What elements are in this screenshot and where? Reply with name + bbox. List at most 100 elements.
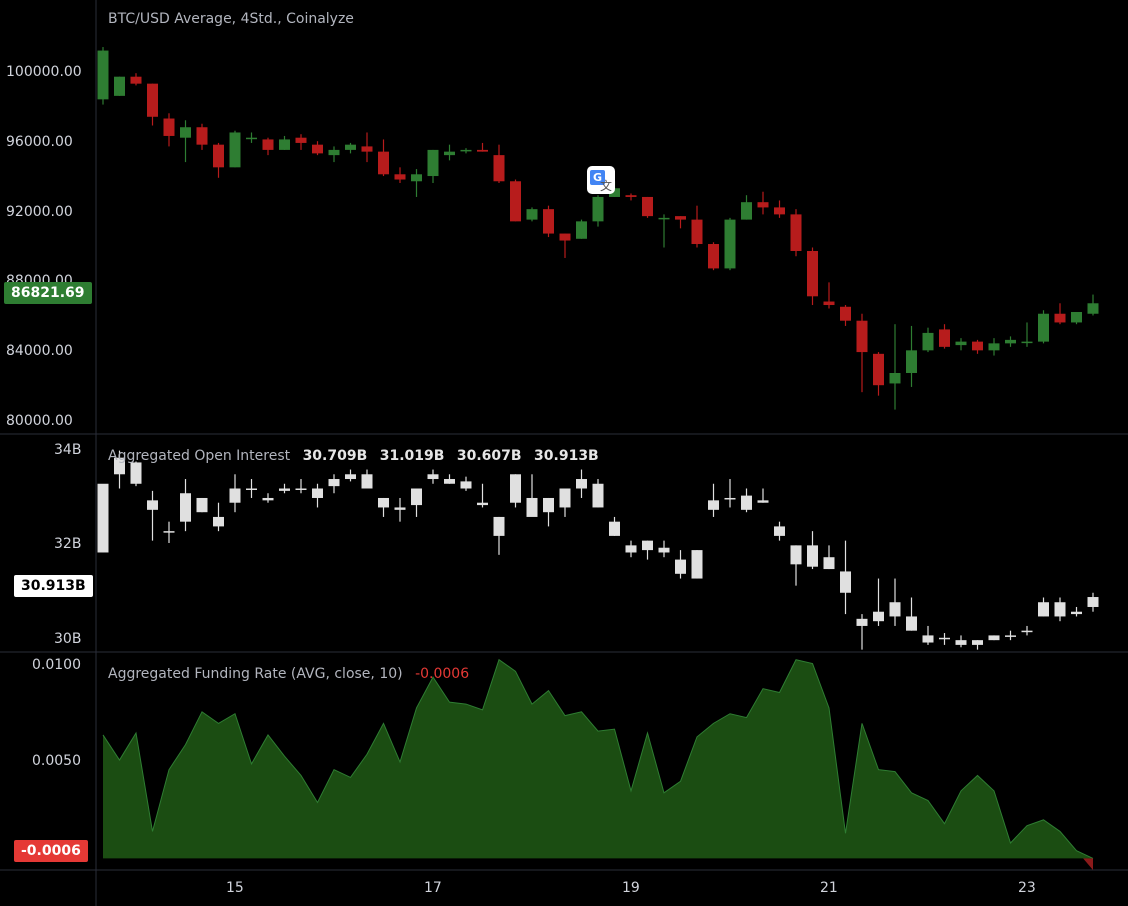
- price-candle-body: [691, 219, 703, 245]
- oi-candle-body: [97, 483, 109, 553]
- price-candle-body: [559, 233, 571, 241]
- price-candle-body: [856, 320, 868, 353]
- oi-candle-body: [262, 497, 274, 501]
- price-candle-body: [196, 127, 208, 145]
- funding-area-positive: [103, 659, 1093, 859]
- price-candle-body: [939, 329, 950, 347]
- price-candle-body: [328, 149, 340, 156]
- oi-candle-body: [427, 474, 439, 480]
- price-candle-body: [1054, 313, 1066, 323]
- oi-candle-body: [328, 479, 340, 487]
- oi-candle-body: [576, 479, 587, 489]
- oi-candle-body: [411, 488, 422, 506]
- price-candle-body: [889, 372, 901, 384]
- price-candle-body: [295, 137, 307, 143]
- oi-candle-body: [840, 571, 851, 593]
- price-candle-body: [163, 118, 175, 136]
- oi-candle-body: [559, 488, 571, 508]
- oi-candle-body: [1071, 611, 1082, 615]
- price-candle-body: [807, 250, 818, 297]
- funding-area-negative: [1083, 858, 1093, 870]
- oi-candle-body: [889, 602, 901, 617]
- price-candle-body: [988, 343, 1000, 351]
- oi-pane-title: Aggregated Open Interest 30.709B 31.019B…: [108, 448, 599, 464]
- price-candle-body: [576, 221, 587, 239]
- oi-candle-body: [196, 497, 208, 513]
- oi-candle-body: [823, 557, 835, 570]
- oi-candle-body: [741, 495, 752, 510]
- last-price-tag: 86821.69: [4, 282, 92, 304]
- oi-candle-body: [361, 474, 373, 489]
- oi-candle-body: [757, 500, 769, 503]
- price-candle-body: [790, 214, 802, 251]
- last-oi-tag: 30.913B: [14, 575, 93, 597]
- price-candle-body: [972, 341, 983, 351]
- translate-icon[interactable]: G 文: [587, 166, 615, 194]
- price-y-tick-label: 80000.00: [6, 412, 73, 429]
- oi-candle-body: [213, 516, 224, 527]
- oi-candle-body: [180, 493, 191, 522]
- oi-candle-body: [378, 497, 389, 508]
- price-candle-body: [279, 139, 290, 150]
- oi-candle-body: [279, 488, 290, 491]
- price-candle-body: [658, 217, 670, 220]
- price-candle-body: [180, 127, 191, 138]
- price-candle-body: [1038, 313, 1049, 342]
- oi-candle-body: [510, 474, 521, 503]
- oi-candle-body: [295, 488, 307, 490]
- price-candle-body: [757, 202, 769, 208]
- price-y-tick-label: 96000.00: [6, 133, 73, 150]
- price-candle-body: [642, 196, 653, 217]
- oi-candle-body: [543, 497, 554, 513]
- x-tick-label: 19: [622, 880, 640, 896]
- price-candle-body: [906, 350, 917, 373]
- price-candle-body: [592, 196, 604, 222]
- oi-candle-body: [1087, 597, 1099, 607]
- oi-y-tick-label: 30B: [54, 631, 82, 648]
- oi-candle-body: [229, 488, 241, 503]
- price-candle-body: [147, 83, 158, 117]
- oi-candle-body: [1038, 602, 1049, 617]
- price-candle-body: [345, 144, 356, 150]
- oi-candle-body: [460, 481, 472, 489]
- price-candle-body: [361, 146, 373, 152]
- price-pane-title: BTC/USD Average, 4Std., Coinalyze: [108, 11, 354, 27]
- oi-candle-body: [1054, 602, 1066, 617]
- oi-candle-body: [1005, 635, 1016, 637]
- price-candle-body: [526, 209, 538, 220]
- price-candle-body: [1005, 339, 1016, 344]
- oi-candle-body: [163, 531, 175, 533]
- oi-candle-body: [592, 483, 604, 508]
- price-candle-body: [246, 137, 257, 140]
- price-y-tick-label: 84000.00: [6, 343, 73, 360]
- x-tick-label: 23: [1018, 880, 1036, 896]
- oi-candle-body: [1021, 630, 1033, 633]
- fr-readout: -0.0006: [415, 666, 470, 682]
- price-candle-body: [708, 244, 719, 269]
- price-candle-body: [427, 149, 439, 177]
- oi-readout-high: 31.019B: [379, 448, 445, 464]
- price-candle-body: [130, 76, 142, 84]
- price-candle-body: [378, 151, 389, 175]
- oi-candle-body: [394, 507, 406, 510]
- price-candle-body: [741, 202, 752, 220]
- price-candle-body: [922, 332, 934, 351]
- oi-candle-body: [526, 497, 538, 517]
- oi-candle-body: [477, 502, 488, 506]
- oi-candle-body: [691, 550, 703, 579]
- oi-candle-body: [493, 516, 505, 536]
- price-candle-body: [955, 341, 967, 346]
- price-candle-body: [823, 301, 835, 306]
- price-candle-body: [774, 207, 785, 215]
- oi-candle-body: [955, 640, 967, 645]
- oi-candle-body: [708, 500, 719, 510]
- last-funding-tag: -0.0006: [14, 840, 88, 862]
- oi-candle-body: [147, 500, 158, 510]
- oi-candle-body: [873, 611, 884, 622]
- price-candle-body: [229, 132, 241, 168]
- price-candle-body: [724, 219, 736, 269]
- price-candle-body: [493, 155, 505, 182]
- oi-candle-body: [675, 559, 686, 574]
- price-candle-body: [312, 144, 323, 154]
- price-candle-body: [840, 306, 851, 321]
